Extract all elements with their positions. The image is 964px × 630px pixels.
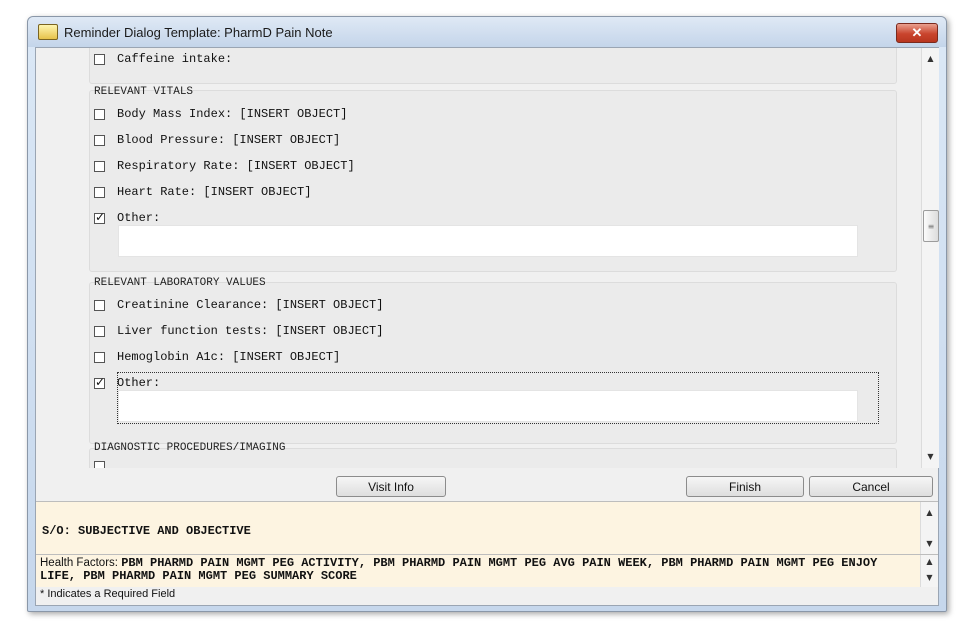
close-icon: ✕: [911, 25, 923, 40]
blood-pressure-checkbox[interactable]: [94, 134, 105, 146]
labs-other-option[interactable]: Other:: [94, 375, 161, 390]
respiratory-rate-label: Respiratory Rate: [INSERT OBJECT]: [117, 159, 355, 173]
preview-scroll-up-icon[interactable]: ▲: [921, 504, 938, 521]
dialog-client-area: Caffeine intake: RELEVANT VITALS Body Ma…: [35, 47, 939, 606]
health-factors-value: PBM PHARMD PAIN MGMT PEG ACTIVITY, PBM P…: [40, 556, 878, 583]
diagnostics-first-option[interactable]: [94, 461, 117, 468]
caffeine-option[interactable]: Caffeine intake:: [94, 52, 232, 66]
vitals-bmi-option[interactable]: Body Mass Index: [INSERT OBJECT]: [94, 107, 347, 121]
labs-other-checkbox[interactable]: [94, 375, 105, 389]
reminder-content-pane: Caffeine intake: RELEVANT VITALS Body Ma…: [36, 48, 921, 468]
close-button[interactable]: ✕: [896, 23, 938, 43]
relevant-labs-heading: RELEVANT LABORATORY VALUES: [94, 277, 266, 289]
diagnostics-heading: DIAGNOSTIC PROCEDURES/IMAGING: [94, 442, 286, 454]
cancel-button[interactable]: Cancel: [809, 476, 933, 497]
scroll-up-icon[interactable]: ▲: [922, 50, 939, 67]
caffeine-label: Caffeine intake:: [117, 52, 233, 66]
vitals-other-option[interactable]: Other:: [94, 210, 161, 225]
scroll-down-icon[interactable]: ▼: [922, 448, 939, 465]
bmi-label: Body Mass Index: [INSERT OBJECT]: [117, 107, 348, 121]
labs-other-label: Other:: [117, 376, 161, 390]
heart-rate-label: Heart Rate: [INSERT OBJECT]: [117, 185, 312, 199]
title-bar[interactable]: Reminder Dialog Template: PharmD Pain No…: [28, 17, 946, 47]
vitals-other-textbox[interactable]: [118, 225, 858, 257]
vitals-other-label: Other:: [117, 211, 161, 225]
labs-a1c-option[interactable]: Hemoglobin A1c: [INSERT OBJECT]: [94, 350, 340, 364]
labs-other-textbox[interactable]: [118, 390, 858, 422]
scrollbar-thumb[interactable]: ≡: [923, 210, 939, 242]
health-factors-text: Health Factors: PBM PHARMD PAIN MGMT PEG…: [40, 557, 910, 583]
diagnostics-first-checkbox[interactable]: [94, 461, 105, 468]
blood-pressure-label: Blood Pressure: [INSERT OBJECT]: [117, 133, 341, 147]
vitals-bp-option[interactable]: Blood Pressure: [INSERT OBJECT]: [94, 133, 340, 147]
health-factors-pane[interactable]: Health Factors: PBM PHARMD PAIN MGMT PEG…: [36, 554, 938, 587]
hemoglobin-a1c-checkbox[interactable]: [94, 351, 105, 363]
respiratory-rate-checkbox[interactable]: [94, 160, 105, 172]
reminder-dialog-window: Reminder Dialog Template: PharmD Pain No…: [27, 16, 947, 612]
creatinine-clearance-checkbox[interactable]: [94, 299, 105, 311]
caffeine-checkbox[interactable]: [94, 53, 105, 65]
content-scrollbar[interactable]: ▲ ≡ ▼: [921, 48, 939, 468]
liver-function-label: Liver function tests: [INSERT OBJECT]: [117, 324, 384, 338]
liver-function-checkbox[interactable]: [94, 325, 105, 337]
visit-info-button[interactable]: Visit Info: [336, 476, 446, 497]
finish-button[interactable]: Finish: [686, 476, 804, 497]
hemoglobin-a1c-label: Hemoglobin A1c: [INSERT OBJECT]: [117, 350, 341, 364]
heart-rate-checkbox[interactable]: [94, 186, 105, 198]
health-factors-scrollbar[interactable]: ▲ ▼: [920, 555, 938, 587]
labs-lft-option[interactable]: Liver function tests: [INSERT OBJECT]: [94, 324, 383, 338]
note-preview-pane[interactable]: S/O: SUBJECTIVE AND OBJECTIVE ▲ ▼: [36, 501, 938, 554]
preview-scrollbar[interactable]: ▲ ▼: [920, 502, 938, 554]
required-field-note: * Indicates a Required Field: [40, 588, 176, 600]
app-icon: [38, 24, 58, 40]
grip-icon: ≡: [927, 221, 935, 231]
hf-scroll-up-icon[interactable]: ▲: [921, 554, 938, 569]
labs-crcl-option[interactable]: Creatinine Clearance: [INSERT OBJECT]: [94, 298, 383, 312]
window-title: Reminder Dialog Template: PharmD Pain No…: [64, 24, 333, 40]
bmi-checkbox[interactable]: [94, 108, 105, 120]
note-preview-text: S/O: SUBJECTIVE AND OBJECTIVE: [42, 524, 251, 538]
hf-scroll-down-icon[interactable]: ▼: [921, 570, 938, 585]
button-bar: Visit Info Finish Cancel: [36, 468, 938, 501]
vitals-other-checkbox[interactable]: [94, 210, 105, 224]
vitals-hr-option[interactable]: Heart Rate: [INSERT OBJECT]: [94, 185, 311, 199]
preview-scroll-down-icon[interactable]: ▼: [921, 535, 938, 552]
relevant-vitals-heading: RELEVANT VITALS: [94, 86, 194, 98]
health-factors-label: Health Factors:: [40, 557, 118, 569]
vitals-resp-option[interactable]: Respiratory Rate: [INSERT OBJECT]: [94, 159, 355, 173]
creatinine-clearance-label: Creatinine Clearance: [INSERT OBJECT]: [117, 298, 384, 312]
